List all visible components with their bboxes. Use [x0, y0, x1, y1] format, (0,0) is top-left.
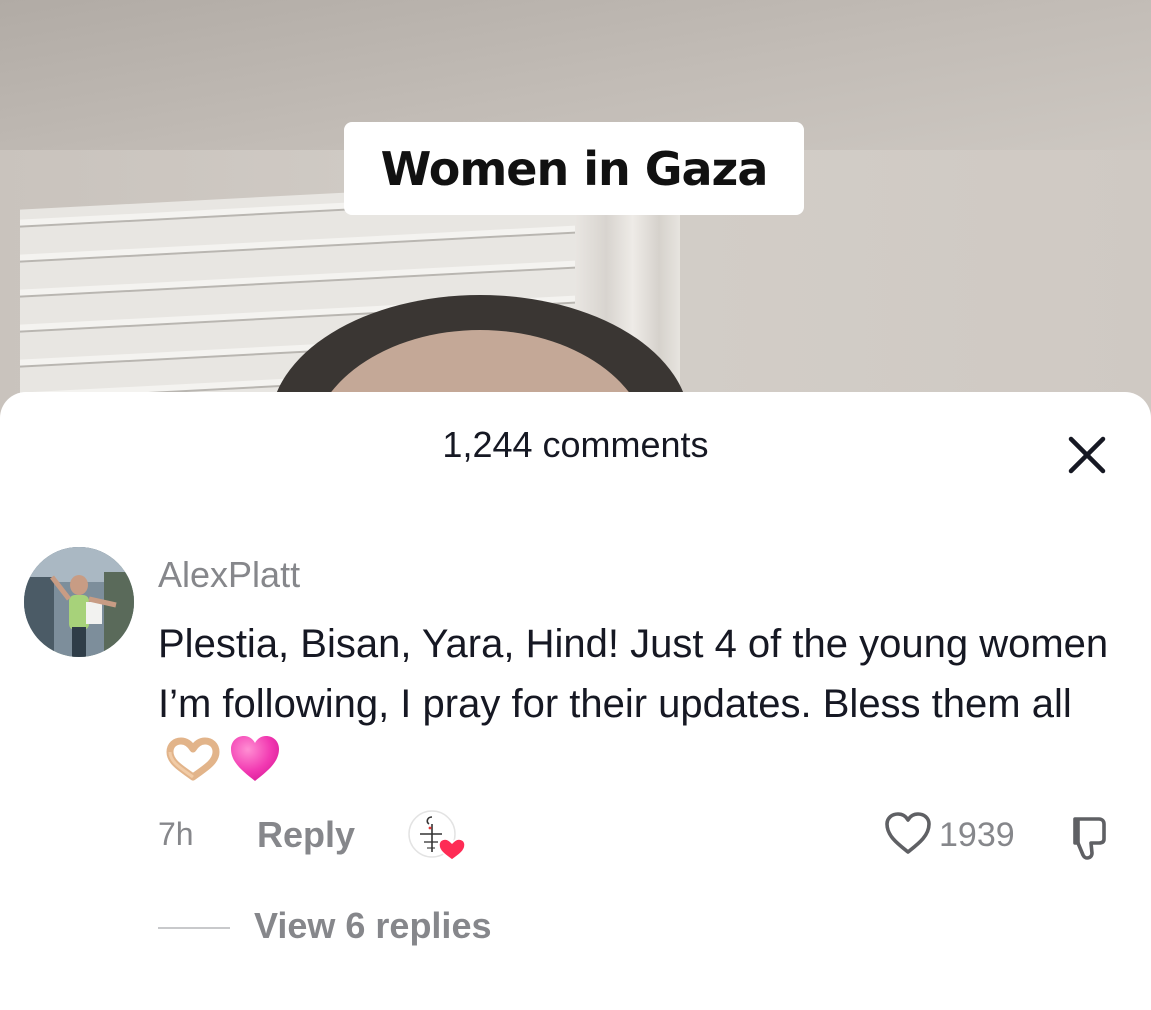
creator-liked-badge	[408, 810, 466, 862]
video-caption: Women in Gaza	[344, 122, 804, 215]
heart-outline-icon	[883, 810, 933, 861]
video-frame[interactable]: Women in Gaza	[0, 0, 1151, 420]
comments-sheet: 1,244 comments AlexPlatt Plestia, Bisan,…	[0, 392, 1151, 1010]
comment-username[interactable]: AlexPlatt	[158, 554, 300, 596]
avatar[interactable]	[24, 547, 134, 657]
pink-heart-emoji	[228, 734, 282, 801]
comment-body: Plestia, Bisan, Yara, Hind! Just 4 of th…	[158, 622, 1109, 726]
view-replies-label: View 6 replies	[254, 905, 492, 946]
comment-text: Plestia, Bisan, Yara, Hind! Just 4 of th…	[158, 614, 1133, 801]
replies-divider-line	[158, 927, 230, 929]
dislike-icon[interactable]	[1061, 812, 1111, 862]
comment-timestamp: 7h	[158, 816, 194, 852]
heart-hands-emoji	[164, 737, 222, 798]
like-count: 1939	[939, 815, 1015, 854]
comments-count-title: 1,244 comments	[442, 424, 709, 465]
reply-button[interactable]: Reply	[257, 814, 355, 856]
like-button[interactable]: 1939	[883, 810, 1015, 860]
close-icon[interactable]	[1062, 430, 1112, 480]
